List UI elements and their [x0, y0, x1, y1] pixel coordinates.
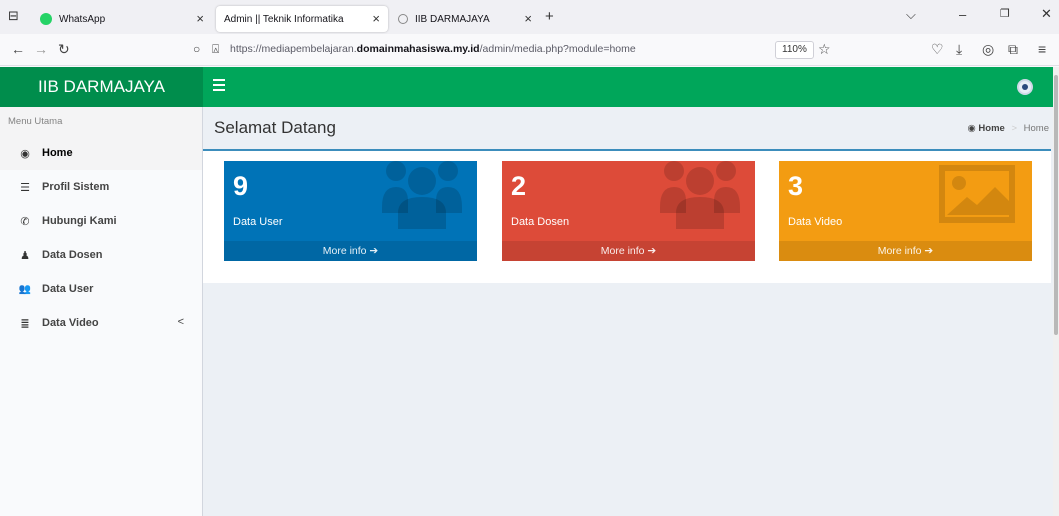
content-header: Selamat Datang ◉ Home > Home	[203, 107, 1059, 149]
zoom-level[interactable]: 110%	[775, 41, 814, 59]
tab-whatsapp[interactable]: WhatsApp ×	[32, 6, 212, 32]
list-icon: ☰	[20, 181, 30, 194]
url-prefix: https://mediapembelajaran.	[230, 43, 357, 55]
close-icon[interactable]: ×	[524, 11, 532, 26]
sidebar-item-label: Hubungi Kami	[42, 215, 117, 227]
page-scrollbar[interactable]	[1053, 67, 1059, 516]
sidebar-item-label: Data Dosen	[42, 249, 103, 261]
shield-icon[interactable]: ○	[193, 42, 200, 56]
stat-box-data-user: 9 Data User More info ➔	[224, 161, 477, 261]
sidebar-item-label: Data User	[42, 283, 94, 295]
users-icon	[382, 161, 462, 229]
account-icon[interactable]: ◎	[982, 42, 994, 56]
dashboard-box: 9 Data User More info ➔ 2 Data Dosen Mor…	[203, 149, 1051, 283]
stat-number: 3	[788, 171, 804, 201]
download-icon[interactable]: ⤓	[956, 42, 962, 56]
browser-nav-bar: ← → ↻ ○ ⍓ https://mediapembelajaran.doma…	[0, 34, 1059, 66]
chevron-left-icon[interactable]: <	[178, 316, 184, 328]
url-domain: domainmahasiswa.my.id	[356, 43, 480, 55]
browser-tab-bar: ⊟ WhatsApp × Admin || Teknik Informatika…	[0, 0, 1059, 34]
maximize-icon[interactable]: ❐	[1000, 7, 1010, 20]
sidebar-item-profil-sistem[interactable]: ☰ Profil Sistem	[0, 170, 202, 204]
whatsapp-icon	[40, 13, 52, 25]
tab-overflow-icon[interactable]: ⌵	[906, 7, 916, 23]
tab-admin[interactable]: Admin || Teknik Informatika ×	[216, 6, 388, 32]
new-tab-icon[interactable]: +	[545, 8, 554, 25]
dashboard-icon: ◉	[967, 123, 976, 134]
more-info-link[interactable]: More info ➔	[779, 241, 1032, 261]
url-path: /admin/media.php?module=home	[479, 43, 636, 55]
app-menu-icon[interactable]: ≡	[1038, 42, 1046, 56]
user-icon: ♟	[20, 249, 30, 262]
stat-label: Data Dosen	[511, 216, 570, 228]
avatar[interactable]	[1017, 79, 1033, 95]
sidebar-item-label: Data Video	[42, 317, 99, 329]
brand-logo[interactable]: IIB DARMAJAYA	[0, 67, 203, 107]
bookmark-star-icon[interactable]: ☆	[818, 42, 831, 56]
sidebar-item-data-user[interactable]: 👥 Data User	[0, 272, 202, 306]
breadcrumb-separator: >	[1011, 123, 1018, 134]
main-content: Selamat Datang ◉ Home > Home 9 Data User…	[203, 107, 1059, 516]
minimize-icon[interactable]: –	[959, 7, 966, 22]
page-title: Selamat Datang	[214, 118, 336, 137]
dashboard-icon: ◉	[20, 147, 30, 160]
tab-title: IIB DARMAJAYA	[415, 13, 490, 25]
close-icon[interactable]: ×	[372, 11, 380, 26]
more-info-link[interactable]: More info ➔	[502, 241, 755, 261]
tab-title: WhatsApp	[59, 13, 106, 25]
breadcrumb-home[interactable]: Home	[978, 123, 1004, 134]
close-icon[interactable]: ×	[196, 11, 204, 26]
scrollbar-thumb[interactable]	[1054, 75, 1058, 335]
users-icon	[660, 161, 740, 229]
stat-label: Data Video	[788, 216, 843, 228]
image-icon	[939, 165, 1015, 223]
database-icon: ≣	[20, 317, 30, 330]
back-icon[interactable]: ←	[11, 42, 25, 56]
sidebar-item-data-dosen[interactable]: ♟ Data Dosen	[0, 238, 202, 272]
stat-number: 9	[233, 171, 249, 201]
sidebar-item-label: Profil Sistem	[42, 181, 110, 193]
forward-icon[interactable]: →	[34, 42, 48, 56]
lock-icon[interactable]: ⍓	[212, 42, 219, 56]
sidebar-toggle-icon[interactable]	[213, 79, 225, 93]
stat-box-data-video: 3 Data Video More info ➔	[779, 161, 1032, 261]
sidebar-item-label: Home	[42, 147, 73, 159]
more-info-link[interactable]: More info ➔	[224, 241, 477, 261]
sidebar-item-data-video[interactable]: ≣ Data Video <	[0, 306, 202, 340]
tab-iib-darmajaya[interactable]: IIB DARMAJAYA ×	[390, 6, 540, 32]
stat-label: Data User	[233, 216, 283, 228]
stat-box-data-dosen: 2 Data Dosen More info ➔	[502, 161, 755, 261]
tab-list-icon[interactable]: ⊟	[8, 8, 19, 24]
menu-header: Menu Utama	[0, 107, 202, 136]
url-bar[interactable]: https://mediapembelajaran.domainmahasisw…	[230, 43, 636, 55]
sidebar-item-home[interactable]: ◉ Home	[0, 136, 202, 170]
tab-title: Admin || Teknik Informatika	[224, 13, 344, 25]
pocket-icon[interactable]: ♡	[931, 42, 944, 56]
sidebar-item-hubungi-kami[interactable]: ✆ Hubungi Kami	[0, 204, 202, 238]
globe-icon	[398, 14, 408, 24]
window-close-icon[interactable]: ✕	[1041, 6, 1052, 22]
stat-number: 2	[511, 171, 527, 201]
app-header: IIB DARMAJAYA	[0, 67, 1059, 107]
users-icon: 👥	[18, 283, 32, 295]
reload-icon[interactable]: ↻	[58, 42, 70, 56]
phone-icon: ✆	[20, 215, 30, 228]
sidebar: Menu Utama ◉ Home ☰ Profil Sistem ✆ Hubu…	[0, 107, 203, 516]
breadcrumb-current: Home	[1023, 123, 1049, 134]
breadcrumb: ◉ Home > Home	[967, 123, 1049, 134]
extensions-icon[interactable]: ⧉	[1008, 42, 1018, 56]
